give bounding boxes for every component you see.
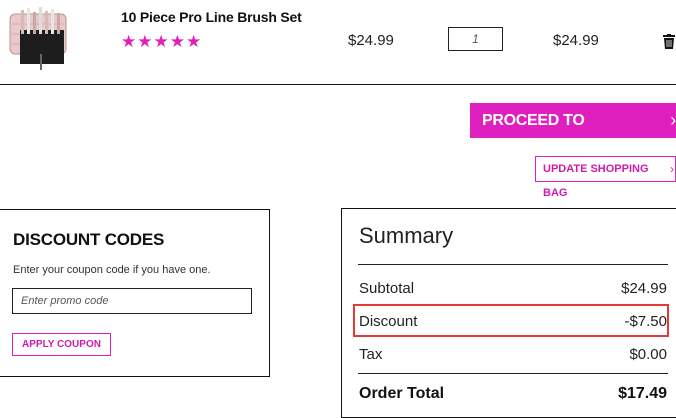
tax-label: Tax [359,346,383,363]
discount-value: -$7.50 [624,313,667,330]
proceed-to-checkout-button[interactable]: PROCEED TO CHECKOUT › [470,103,676,164]
chevron-right-icon: › [670,110,676,130]
trash-icon[interactable] [663,34,675,49]
quantity-input[interactable]: 1 [448,27,503,51]
apply-coupon-button[interactable]: APPLY COUPON [12,333,111,356]
tax-value: $0.00 [629,346,667,363]
product-thumbnail[interactable] [6,4,74,70]
product-rating: ★★★★★ [121,32,203,51]
divider [358,373,668,374]
divider [358,264,668,265]
update-shopping-bag-button[interactable]: UPDATE SHOPPING BAG › [535,156,676,199]
discount-codes-title: DISCOUNT CODES [13,230,165,249]
promo-code-input[interactable]: Enter promo code [12,288,252,314]
update-label: UPDATE SHOPPING BAG [543,163,649,199]
divider [0,84,676,85]
discount-label: Discount [359,313,418,330]
order-total-value: $17.49 [618,385,667,402]
subtotal-value: $24.99 [621,280,667,297]
chevron-right-icon: › [670,162,674,176]
order-total-label: Order Total [359,385,445,402]
discount-hint: Enter your coupon code if you have one. [13,264,211,276]
unit-price: $24.99 [348,32,394,49]
subtotal-label: Subtotal [359,280,415,297]
line-total: $24.99 [553,32,599,49]
product-name[interactable]: 10 Piece Pro Line Brush Set [121,9,302,25]
summary-title: Summary [359,223,454,248]
